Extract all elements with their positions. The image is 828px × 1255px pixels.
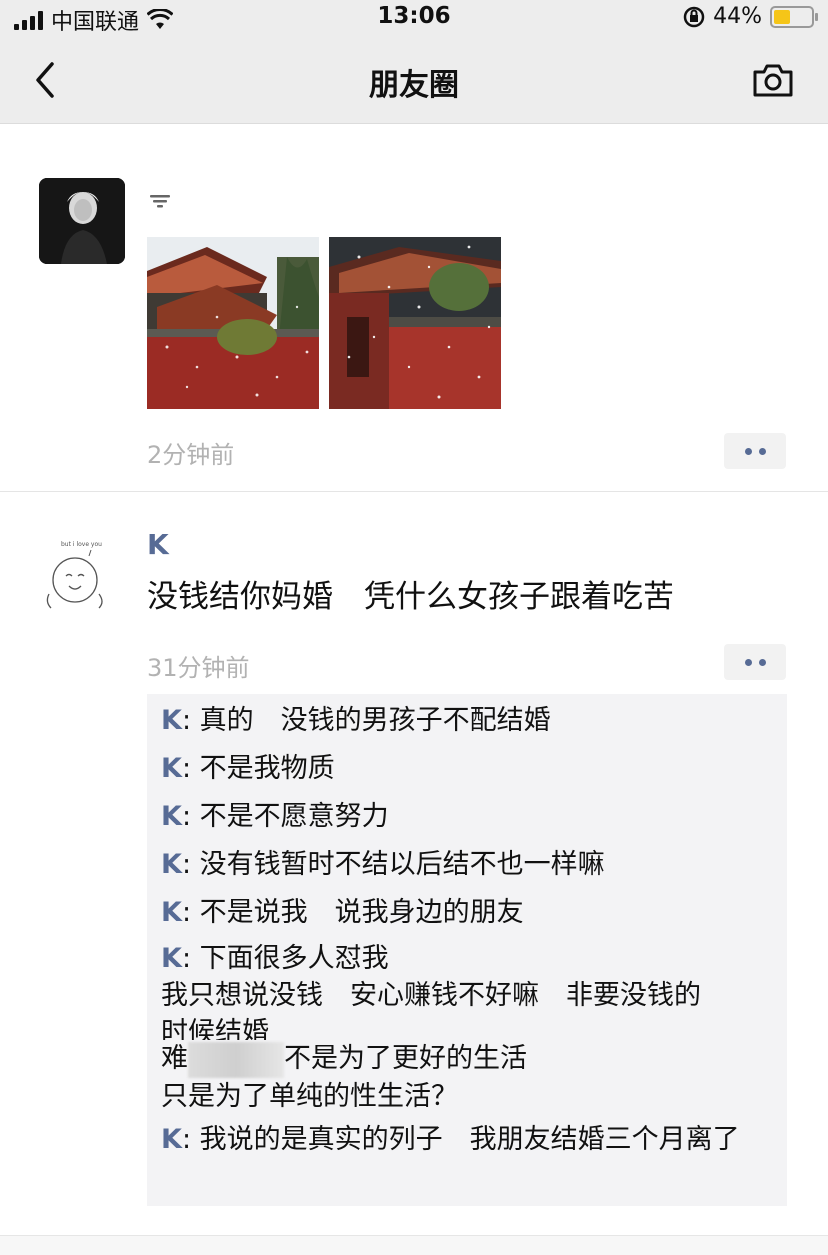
status-bar: 中国联通 13:06 44% bbox=[0, 0, 828, 36]
redaction-smudge bbox=[188, 1041, 284, 1078]
comment-item[interactable]: K: 我说的是真实的列子 我朋友结婚三个月离了 bbox=[161, 1122, 773, 1158]
comment-colon: : bbox=[181, 705, 200, 736]
battery-fill bbox=[774, 9, 790, 24]
comment-colon: : bbox=[181, 897, 200, 928]
comment-item[interactable]: K: 不是说我 说我身边的朋友 bbox=[161, 892, 773, 933]
comment-author[interactable]: K bbox=[161, 753, 182, 784]
orientation-lock-icon bbox=[683, 6, 705, 27]
comment-line: 不是为了更好的生活 bbox=[284, 1043, 527, 1074]
post-time: 2分钟前 bbox=[147, 441, 235, 469]
comment-text: 没有钱暂时不结以后结不也一样嘛 bbox=[199, 849, 605, 880]
comment-line: 我只想说没钱 安心赚钱不好嘛 非要没钱的 bbox=[161, 980, 701, 1011]
svg-text:but i love you: but i love you bbox=[61, 541, 102, 548]
comment-line: 只是为了单纯的性生活？ bbox=[161, 1080, 458, 1112]
comment-author[interactable]: K bbox=[161, 801, 182, 832]
post-body: K 没钱结你妈婚 凭什么女孩子跟着吃苦 bbox=[147, 528, 788, 616]
comment-author[interactable]: K bbox=[161, 897, 182, 928]
avatar-portrait-icon bbox=[39, 178, 125, 264]
avatar[interactable] bbox=[39, 178, 125, 264]
bottom-edge bbox=[0, 1235, 828, 1255]
comment-item[interactable]: K: 没有钱暂时不结以后结不也一样嘛 bbox=[161, 844, 773, 885]
dot-icon bbox=[758, 658, 766, 666]
avatar-doodle-icon: but i love you bbox=[39, 532, 125, 618]
comment-colon: : bbox=[181, 1123, 200, 1155]
status-right: 44% bbox=[683, 4, 818, 29]
comment-author[interactable]: K bbox=[161, 849, 182, 880]
comment-text: 真的 没钱的男孩子不配结婚 bbox=[199, 705, 551, 736]
comment-item[interactable]: K: 真的 没钱的男孩子不配结婚 bbox=[161, 700, 773, 741]
more-actions-button[interactable] bbox=[724, 644, 786, 680]
temple-snow-photo-2[interactable] bbox=[329, 237, 501, 409]
battery-percent: 44% bbox=[713, 4, 762, 29]
nav-bar: 朋友圈 bbox=[0, 36, 828, 124]
comment-colon: : bbox=[181, 801, 200, 832]
comment-item[interactable]: K: 不是我物质 bbox=[161, 748, 773, 789]
comment-line: 时候结婚 bbox=[161, 1017, 269, 1040]
comment-text: 我说的是真实的列子 我朋友结婚三个月离了 bbox=[199, 1123, 740, 1155]
dot-icon bbox=[758, 447, 766, 455]
comment-text: 下面很多人怼我 bbox=[199, 943, 389, 974]
page-title: 朋友圈 bbox=[369, 68, 459, 103]
comment-author[interactable]: K bbox=[161, 705, 182, 736]
post-text: 没钱结你妈婚 凭什么女孩子跟着吃苦 bbox=[147, 579, 674, 615]
comment-text: 不是说我 说我身边的朋友 bbox=[199, 897, 524, 928]
post-time: 31分钟前 bbox=[147, 654, 250, 682]
temple-snow-photo-1[interactable] bbox=[147, 237, 319, 409]
comment-line: 难 bbox=[161, 1043, 188, 1074]
camera-icon[interactable] bbox=[752, 62, 794, 98]
dot-icon bbox=[744, 658, 752, 666]
dot-icon bbox=[744, 447, 752, 455]
moment-post: 2分钟前 bbox=[0, 125, 828, 491]
comment-text: 不是我物质 bbox=[199, 753, 335, 784]
comment-item[interactable]: K: 不是不愿意努力 bbox=[161, 796, 773, 837]
author-name-icon bbox=[150, 195, 170, 208]
comment-author[interactable]: K bbox=[161, 1124, 182, 1155]
comment-colon: : bbox=[181, 753, 200, 784]
comment-colon: : bbox=[181, 943, 200, 974]
comment-item[interactable]: K: 下面很多人怼我 我只想说没钱 安心赚钱不好嘛 非要没钱的 时候结婚 难 不是… bbox=[161, 940, 773, 1115]
avatar[interactable]: but i love you bbox=[39, 532, 125, 618]
comment-author[interactable]: K bbox=[161, 943, 182, 974]
comment-colon: : bbox=[181, 849, 200, 880]
battery-icon bbox=[770, 5, 818, 28]
author-name[interactable]: K bbox=[147, 528, 788, 561]
comment-text: 不是不愿意努力 bbox=[199, 801, 389, 832]
post-body bbox=[147, 187, 788, 409]
more-actions-button[interactable] bbox=[724, 433, 786, 469]
comment-list: K: 真的 没钱的男孩子不配结婚 K: 不是我物质 K: 不是不愿意努力 K: … bbox=[147, 694, 787, 1206]
photo-grid bbox=[147, 237, 788, 409]
